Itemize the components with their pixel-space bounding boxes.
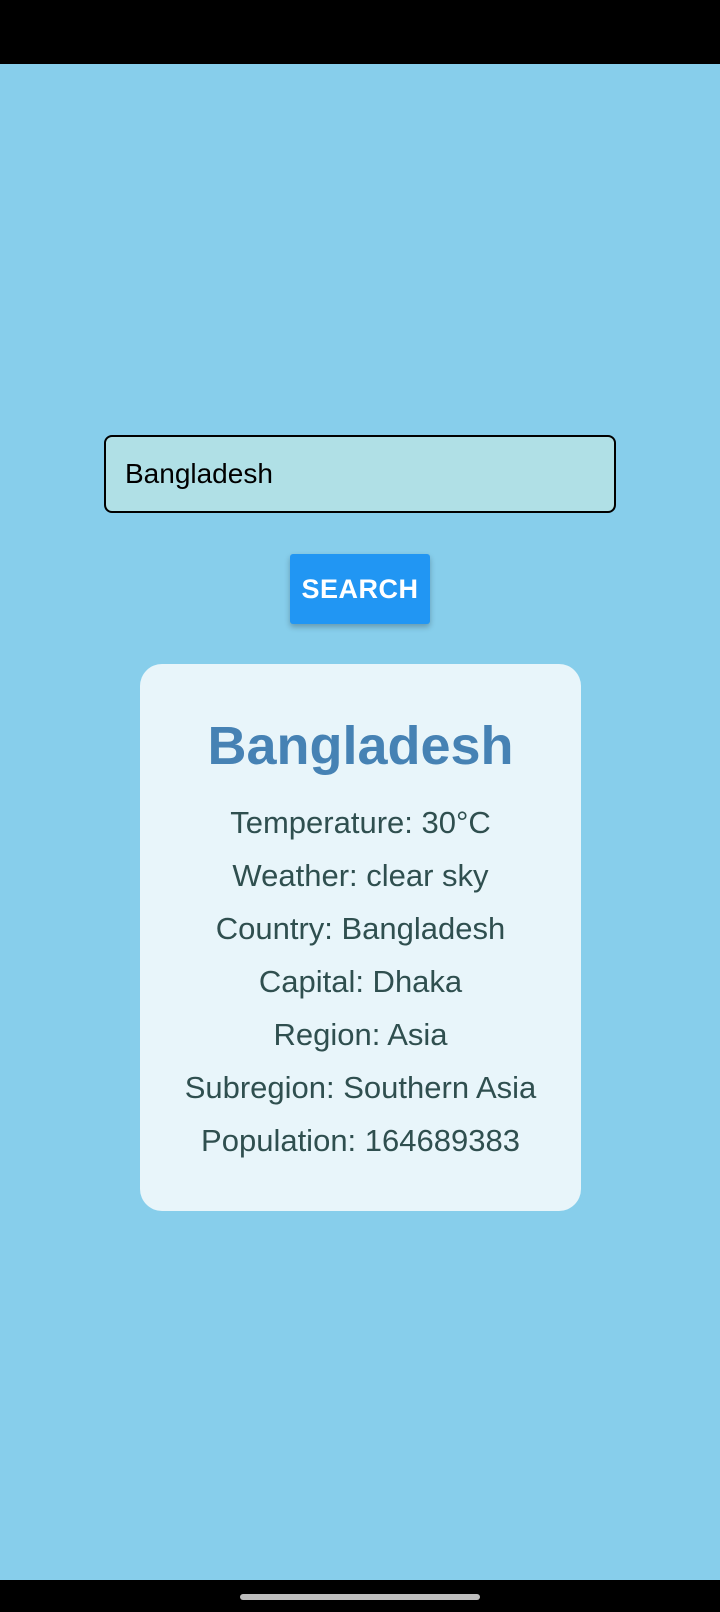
population-text: Population: 164689383	[201, 1123, 520, 1158]
country-search-input[interactable]	[104, 435, 616, 513]
country-text: Country: Bangladesh	[215, 911, 506, 946]
subregion-text: Subregion: Southern Asia	[184, 1070, 537, 1105]
region-text: Region: Asia	[273, 1017, 448, 1052]
home-indicator[interactable]	[240, 1594, 480, 1600]
search-button[interactable]: SEARCH	[290, 554, 430, 624]
weather-text: Weather: clear sky	[232, 858, 489, 893]
temperature-text: Temperature: 30°C	[230, 805, 491, 840]
capital-text: Capital: Dhaka	[258, 964, 463, 999]
info-list: Temperature: 30°C Weather: clear sky Cou…	[140, 796, 581, 1167]
status-bar	[0, 0, 720, 64]
card-title: Bangladesh	[207, 716, 514, 776]
result-card: Bangladesh Temperature: 30°C Weather: cl…	[140, 664, 581, 1211]
